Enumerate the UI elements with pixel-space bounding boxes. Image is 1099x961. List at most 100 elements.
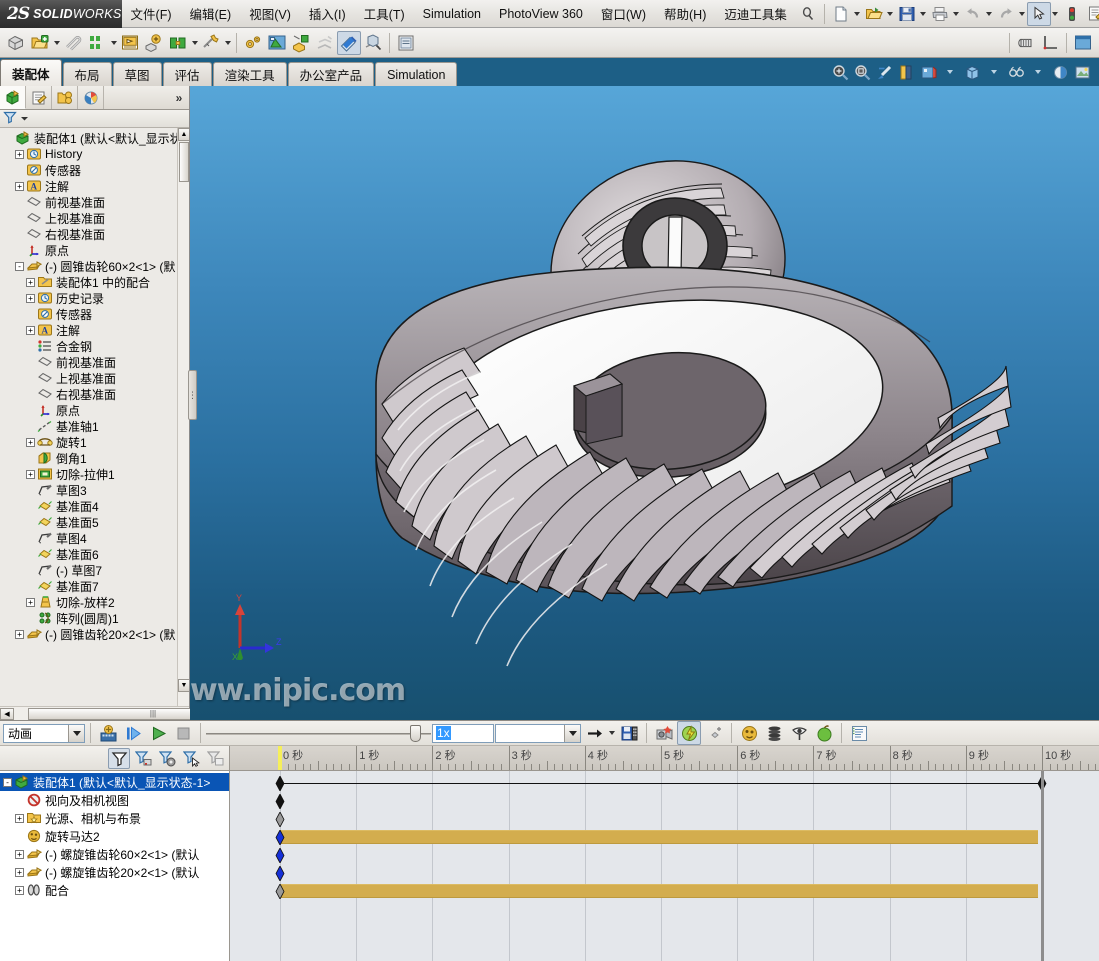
timeline-key[interactable] bbox=[275, 775, 285, 792]
view-orientation-icon[interactable] bbox=[917, 61, 939, 83]
graphics-viewport[interactable]: Y Z X ww.nipic.com bbox=[190, 86, 1099, 720]
pin-icon[interactable] bbox=[796, 2, 820, 26]
mate-icon[interactable] bbox=[142, 31, 166, 55]
expand-plus-icon[interactable]: + bbox=[15, 867, 24, 877]
assembly-features-icon[interactable] bbox=[199, 31, 223, 55]
mt-part-spiral-bevel-gear-60[interactable]: + (-) 螺旋锥齿轮60×2<1> (默认 bbox=[0, 845, 229, 863]
chevron-down-icon[interactable] bbox=[564, 724, 580, 742]
tree-part-annotations[interactable]: + A 注解 bbox=[2, 322, 189, 338]
chevron-down-icon[interactable] bbox=[1018, 2, 1027, 26]
motor-icon[interactable] bbox=[677, 721, 701, 745]
tree-chamfer-1[interactable]: 倒角1 bbox=[2, 450, 189, 466]
expand-plus-icon[interactable]: + bbox=[15, 629, 24, 639]
tab-render-tools[interactable]: 渲染工具 bbox=[212, 62, 287, 86]
tree-material-alloy-steel[interactable]: 合金钢 bbox=[2, 338, 189, 354]
tab-layout[interactable]: 布局 bbox=[62, 62, 112, 86]
tree-part-history[interactable]: + 历史记录 bbox=[2, 290, 189, 306]
timeline-end-marker[interactable] bbox=[1041, 771, 1044, 961]
tree-sketch-4[interactable]: 草图4 bbox=[2, 530, 189, 546]
timeline-ruler[interactable]: 0 秒 1 秒 2 秒 3 秒 4 秒 5 秒 6 秒 7 秒 8 秒 9 秒 10 秒 bbox=[230, 746, 1099, 771]
menu-edit[interactable]: 编辑(E) bbox=[181, 0, 241, 28]
timeline-track-row[interactable] bbox=[230, 883, 1099, 901]
timeline-track-row[interactable] bbox=[230, 865, 1099, 883]
timeline-track-row[interactable] bbox=[230, 811, 1099, 829]
print-icon[interactable] bbox=[928, 2, 952, 26]
chevron-down-icon[interactable] bbox=[68, 724, 84, 742]
timeline-tree[interactable]: - 装配体1 (默认<默认_显示状态-1> 视向及相机视图 + 光源、相机与布景 旋转马达… bbox=[0, 771, 229, 961]
filter-icon[interactable] bbox=[3, 110, 17, 127]
contact-icon[interactable] bbox=[737, 721, 761, 745]
play-icon[interactable] bbox=[146, 721, 170, 745]
chevron-down-icon[interactable] bbox=[985, 2, 994, 26]
timeline-key[interactable] bbox=[275, 811, 285, 828]
timeline-playhead[interactable] bbox=[278, 746, 282, 770]
expand-plus-icon[interactable]: + bbox=[15, 813, 24, 823]
mt-lights-cameras-scene[interactable]: + 光源、相机与布景 bbox=[0, 809, 229, 827]
expand-plus-icon[interactable]: + bbox=[26, 325, 35, 335]
menu-window[interactable]: 窗口(W) bbox=[592, 0, 655, 28]
tree-revolve-1[interactable]: + 旋转1 bbox=[2, 434, 189, 450]
chevron-down-icon[interactable] bbox=[1051, 2, 1060, 26]
filter-animated-icon[interactable] bbox=[132, 748, 154, 769]
expand-plus-icon[interactable]: + bbox=[15, 849, 24, 859]
options-icon[interactable] bbox=[1084, 2, 1099, 26]
chevron-down-icon[interactable] bbox=[939, 61, 961, 83]
tree-front-plane[interactable]: 前视基准面 bbox=[2, 194, 189, 210]
timeline-key[interactable] bbox=[275, 847, 285, 864]
tree-loft-cut-2[interactable]: + 切除-放样2 bbox=[2, 594, 189, 610]
chevron-down-icon[interactable] bbox=[1027, 61, 1049, 83]
appearances-icon[interactable] bbox=[1049, 61, 1071, 83]
expand-plus-icon[interactable]: + bbox=[15, 181, 24, 191]
move-component-icon[interactable] bbox=[166, 31, 190, 55]
timeline-track-row[interactable] bbox=[230, 775, 1099, 793]
tab-assembly[interactable]: 装配体 bbox=[0, 59, 62, 86]
window-icon[interactable] bbox=[1071, 31, 1095, 55]
study-type-select[interactable]: 动画 bbox=[3, 723, 85, 743]
gravity-icon[interactable] bbox=[787, 721, 811, 745]
tree-circular-pattern-1[interactable]: 阵列(圆周)1 bbox=[2, 610, 189, 626]
exploded-view-icon[interactable] bbox=[313, 31, 337, 55]
new-document-icon[interactable] bbox=[829, 2, 853, 26]
chevron-down-icon[interactable] bbox=[886, 2, 895, 26]
stop-icon[interactable] bbox=[171, 721, 195, 745]
filter-drive-icon[interactable] bbox=[156, 748, 178, 769]
tab-evaluate[interactable]: 评估 bbox=[162, 62, 212, 86]
playback-direction-icon[interactable] bbox=[582, 721, 606, 745]
filter-selected-icon[interactable] bbox=[180, 748, 202, 769]
playback-mode-select[interactable] bbox=[495, 723, 581, 743]
select-arrow-icon[interactable] bbox=[1026, 1, 1051, 26]
interference-detection-icon[interactable] bbox=[337, 30, 361, 55]
tree-part-bevel-gear-20[interactable]: + (-) 圆锥齿轮20×2<1> (默 bbox=[2, 626, 189, 642]
animation-wizard-icon[interactable] bbox=[652, 721, 676, 745]
expand-plus-icon[interactable]: + bbox=[15, 885, 24, 895]
save-icon[interactable] bbox=[895, 2, 919, 26]
menu-file[interactable]: 文件(F) bbox=[122, 0, 181, 28]
collapse-minus-icon[interactable]: - bbox=[15, 261, 24, 271]
chevron-down-icon[interactable] bbox=[190, 31, 199, 55]
results-icon[interactable] bbox=[847, 721, 871, 745]
tree-extrude-cut-1[interactable]: + 切除-拉伸1 bbox=[2, 466, 189, 482]
filter-results-icon[interactable] bbox=[204, 748, 226, 769]
mt-root-assembly[interactable]: - 装配体1 (默认<默认_显示状态-1> bbox=[0, 773, 229, 791]
tab-simulation[interactable]: Simulation bbox=[375, 62, 458, 86]
tree-root-assembly[interactable]: 装配体1 (默认<默认_显示状态 bbox=[2, 130, 189, 146]
chevron-down-icon[interactable] bbox=[52, 31, 61, 55]
bolt-icon[interactable] bbox=[1014, 31, 1038, 55]
calculate-icon[interactable] bbox=[96, 721, 120, 745]
tree-plane-5[interactable]: 基准面5 bbox=[2, 514, 189, 530]
expand-plus-icon[interactable]: + bbox=[26, 293, 35, 303]
hide-show-icon[interactable] bbox=[289, 31, 313, 55]
tree-annotations[interactable]: + A 注解 bbox=[2, 178, 189, 194]
scroll-up-icon[interactable]: ▲ bbox=[178, 128, 189, 141]
previous-view-icon[interactable] bbox=[873, 61, 895, 83]
expand-plus-icon[interactable]: + bbox=[26, 277, 35, 287]
undo-icon[interactable] bbox=[961, 2, 985, 26]
scroll-down-icon[interactable]: ▼ bbox=[178, 679, 189, 692]
collapse-minus-icon[interactable]: - bbox=[3, 777, 12, 787]
chevron-down-icon[interactable] bbox=[853, 2, 862, 26]
timeline-key[interactable] bbox=[275, 865, 285, 882]
menu-simulation[interactable]: Simulation bbox=[414, 0, 490, 28]
tree-origin[interactable]: 原点 bbox=[2, 242, 189, 258]
timeline-duration-bar[interactable] bbox=[280, 884, 1038, 898]
expand-plus-icon[interactable]: + bbox=[26, 597, 35, 607]
